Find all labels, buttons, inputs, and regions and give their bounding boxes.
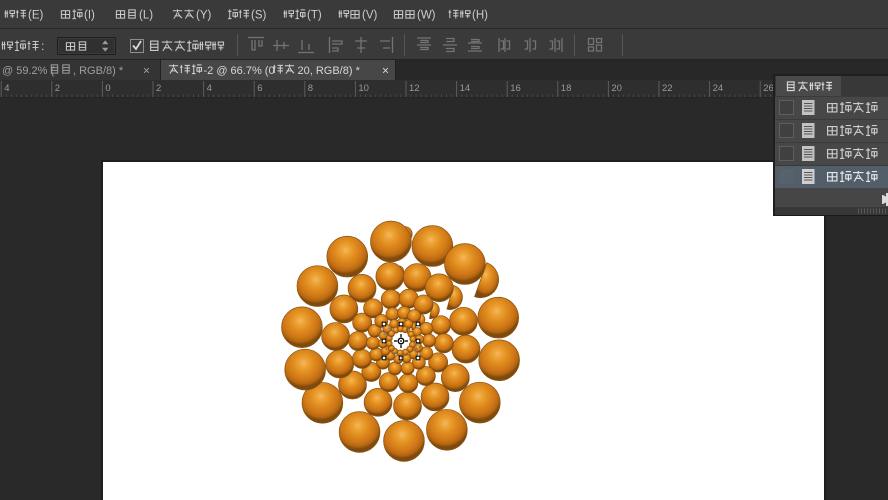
svg-text:(V): (V) [362,10,378,22]
svg-text:24: 24 [713,83,724,94]
svg-text:(T): (T) [307,10,322,22]
svg-text:, RGB/8) *: , RGB/8) * [73,65,124,77]
svg-text:4: 4 [207,83,212,94]
svg-text:20: 20 [611,83,622,94]
svg-text:(Y): (Y) [196,10,212,22]
svg-text:4: 4 [4,83,9,94]
svg-text:12: 12 [409,83,420,94]
svg-text:(L): (L) [139,10,153,22]
svg-text:(E): (E) [28,10,44,22]
svg-text:(H): (H) [472,10,488,22]
svg-text:16: 16 [510,83,521,94]
svg-text:(I): (I) [84,10,95,22]
svg-text:-2 @ 66.7% (0: -2 @ 66.7% (0 [204,65,275,77]
svg-text:6: 6 [257,83,262,94]
svg-text:18: 18 [561,83,572,94]
svg-text:×: × [382,64,389,78]
svg-text:2: 2 [55,83,60,94]
svg-text:22: 22 [662,83,673,94]
svg-text::: : [41,39,44,53]
svg-text:(W): (W) [417,10,436,22]
svg-text:20, RGB/8) *: 20, RGB/8) * [298,65,361,77]
svg-text:×: × [143,64,150,78]
svg-text:8: 8 [308,83,313,94]
svg-text:0: 0 [105,83,110,94]
svg-text:26: 26 [763,83,774,94]
svg-text:10: 10 [358,83,369,94]
svg-text:2: 2 [156,83,161,94]
svg-text:(S): (S) [251,10,267,22]
svg-text:@ 59.2% (: @ 59.2% ( [2,65,54,77]
svg-text:14: 14 [460,83,471,94]
